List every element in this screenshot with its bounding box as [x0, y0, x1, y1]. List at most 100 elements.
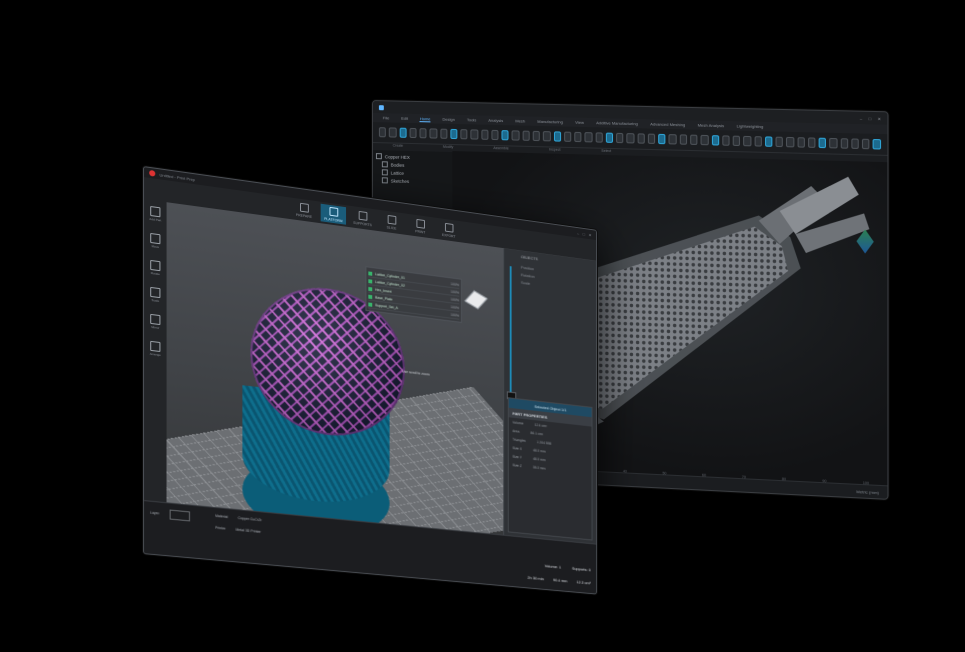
- ribbon-tool-icon[interactable]: [829, 137, 838, 149]
- ribbon-tool-icon[interactable]: [470, 129, 479, 140]
- step-platform[interactable]: PLATFORM: [320, 203, 347, 225]
- menu-tab[interactable]: Mesh: [515, 118, 525, 123]
- menu-tab[interactable]: Home: [419, 115, 431, 122]
- ribbon-tool-icon[interactable]: [807, 137, 816, 148]
- menu-tab[interactable]: Lightweighting: [737, 123, 764, 129]
- ribbon-tool-icon[interactable]: [584, 132, 593, 143]
- object-color-icon: [368, 286, 373, 291]
- close-icon[interactable]: ✕: [877, 116, 881, 121]
- object-percent: 100%: [450, 289, 460, 295]
- printer-value[interactable]: Metal 3D Printer: [236, 528, 261, 534]
- ribbon-tool-icon[interactable]: [450, 128, 458, 140]
- ribbon-tool-icon[interactable]: [668, 134, 677, 145]
- tool-rotate[interactable]: Rotate: [148, 259, 162, 277]
- material-label: Material: [215, 513, 228, 520]
- ribbon-tool-icon[interactable]: [491, 129, 499, 141]
- menu-tab[interactable]: Additive Manufacturing: [596, 120, 638, 126]
- ribbon-tool-icon[interactable]: [481, 129, 489, 140]
- step-slice[interactable]: SLICE: [379, 212, 404, 233]
- ribbon-tool-icon[interactable]: [595, 132, 603, 143]
- tool-move[interactable]: Move: [148, 232, 162, 250]
- menu-tab[interactable]: Advanced Meshing: [650, 121, 685, 127]
- property-key: Triangles: [512, 437, 526, 443]
- ribbon-tool-icon[interactable]: [786, 136, 794, 148]
- layer-input[interactable]: [169, 509, 190, 522]
- ribbon-tool-icon[interactable]: [840, 138, 849, 149]
- ribbon-tool-icon[interactable]: [754, 136, 762, 147]
- maximize-icon[interactable]: □: [869, 116, 872, 121]
- menu-tab[interactable]: File: [383, 115, 389, 120]
- property-key: Size X: [512, 445, 522, 451]
- ribbon-tool-icon[interactable]: [862, 138, 870, 150]
- ribbon-tool-icon[interactable]: [679, 134, 688, 145]
- units-label[interactable]: Metric (mm): [856, 488, 879, 494]
- ribbon-tool-icon[interactable]: [873, 138, 881, 150]
- tool-add-part[interactable]: Add Part: [148, 205, 162, 223]
- ribbon-tool-icon[interactable]: [563, 131, 572, 142]
- ribbon-tool-icon[interactable]: [440, 128, 448, 139]
- step-prepare[interactable]: PREPARE: [291, 200, 317, 221]
- menu-tab[interactable]: Manufacturing: [537, 119, 563, 125]
- menu-tab[interactable]: Tools: [467, 117, 476, 122]
- tool-arrange[interactable]: Arrange: [148, 340, 162, 358]
- print-total: 90.4 mm: [553, 577, 568, 584]
- ribbon-tool-icon[interactable]: [647, 133, 656, 144]
- tree-item[interactable]: Sketches: [376, 176, 455, 186]
- tool-label: Add Part: [149, 216, 162, 223]
- ribbon-tool-icon[interactable]: [574, 131, 582, 143]
- object-color-icon: [368, 301, 373, 307]
- ribbon-tool-icon[interactable]: [429, 128, 438, 139]
- ribbon-tool-icon[interactable]: [818, 137, 827, 149]
- tool-icon: [150, 232, 161, 245]
- ribbon-tool-icon[interactable]: [553, 131, 561, 142]
- ribbon-tool-icon[interactable]: [626, 133, 635, 144]
- ribbon-tool-icon[interactable]: [501, 130, 509, 141]
- ribbon-tool-icon[interactable]: [722, 135, 730, 146]
- ribbon-tool-icon[interactable]: [658, 133, 666, 145]
- menu-tab[interactable]: Mesh Analysis: [698, 122, 725, 128]
- ribbon-tool-icon[interactable]: [511, 130, 520, 141]
- menu-tab[interactable]: Analysis: [488, 118, 503, 123]
- ribbon-tool-icon[interactable]: [616, 132, 624, 144]
- ribbon-tool-icon[interactable]: [389, 127, 397, 138]
- ribbon-tool-icon[interactable]: [399, 127, 407, 138]
- tool-label: Arrange: [149, 351, 161, 358]
- ribbon-tool-icon[interactable]: [732, 135, 741, 147]
- tool-mirror[interactable]: Mirror: [148, 313, 162, 331]
- ribbon-tool-icon[interactable]: [419, 128, 427, 139]
- menu-tab[interactable]: View: [575, 120, 584, 125]
- step-print[interactable]: PRINT: [408, 216, 433, 237]
- stage: – □ ✕ File Edit Home Design Tools Analysis Mes…: [0, 0, 965, 652]
- ribbon-tool-icon[interactable]: [764, 136, 773, 147]
- ribbon-tool-icon[interactable]: [775, 136, 784, 148]
- ribbon-tool-icon[interactable]: [522, 130, 530, 141]
- minimize-icon[interactable]: –: [577, 230, 579, 235]
- print-stat: Volume: 1: [544, 563, 562, 570]
- ribbon-tool-icon[interactable]: [700, 134, 709, 146]
- ribbon-tool-icon[interactable]: [743, 135, 752, 147]
- ribbon-tool-icon[interactable]: [532, 130, 541, 142]
- menu-tab[interactable]: Design: [442, 117, 454, 122]
- view-cube-icon[interactable]: [464, 290, 488, 310]
- ribbon-tool-icon[interactable]: [605, 132, 614, 143]
- ribbon-tool-icon[interactable]: [690, 134, 698, 146]
- minimize-icon[interactable]: –: [860, 115, 862, 120]
- ribbon-tool-icon[interactable]: [637, 133, 645, 144]
- menu-tab[interactable]: Edit: [401, 116, 408, 121]
- tool-scale[interactable]: Scale: [148, 286, 162, 304]
- object-name: Base_Plate: [375, 295, 393, 302]
- step-label: PLATFORM: [324, 216, 343, 223]
- step-export[interactable]: EXPORT: [436, 220, 461, 241]
- step-supports[interactable]: SUPPORTS: [350, 208, 375, 229]
- ribbon-tool-icon[interactable]: [851, 138, 859, 150]
- ribbon-tool-icon[interactable]: [797, 137, 805, 148]
- ribbon-tool-icon[interactable]: [460, 129, 468, 140]
- step-label: SLICE: [386, 224, 397, 231]
- ribbon-tool-icon[interactable]: [711, 135, 719, 146]
- close-icon[interactable]: ✕: [589, 232, 592, 237]
- maximize-icon[interactable]: □: [583, 231, 585, 236]
- ribbon-tool-icon[interactable]: [543, 131, 551, 142]
- material-value[interactable]: Copper CuCrZr: [238, 516, 262, 522]
- ribbon-tool-icon[interactable]: [409, 127, 417, 139]
- ribbon-tool-icon[interactable]: [378, 127, 387, 138]
